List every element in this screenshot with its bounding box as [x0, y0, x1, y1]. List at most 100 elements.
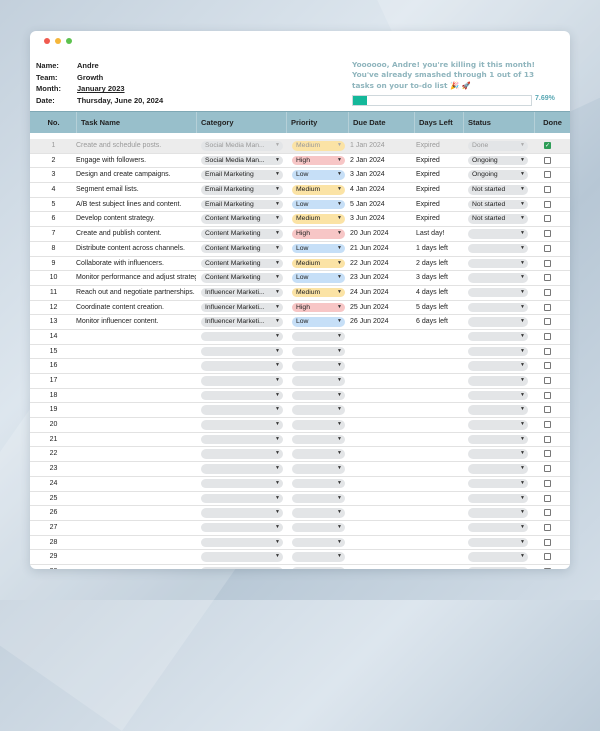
status-dropdown[interactable]: ▼ — [468, 537, 528, 548]
category-dropdown[interactable]: ▼ — [201, 493, 283, 503]
task-name-cell[interactable] — [76, 550, 196, 564]
status-dropdown[interactable]: ▼ — [468, 478, 528, 489]
priority-dropdown[interactable]: Low ▼ — [292, 199, 345, 210]
priority-dropdown[interactable]: ▼ — [292, 537, 345, 548]
due-date-cell[interactable]: 20 Jun 2024 — [350, 227, 410, 241]
task-name-cell[interactable] — [76, 462, 196, 476]
done-checkbox[interactable] — [544, 215, 551, 223]
done-checkbox[interactable] — [544, 377, 551, 384]
status-dropdown[interactable]: Not started ▼ — [468, 214, 528, 224]
due-date-cell[interactable] — [350, 330, 410, 344]
category-dropdown[interactable]: ▼ — [201, 346, 283, 357]
task-name-cell[interactable]: Monitor performance and adjust strategy. — [76, 271, 196, 285]
status-dropdown[interactable]: Done ▼ — [468, 141, 528, 151]
done-checkbox[interactable] — [544, 421, 551, 429]
priority-dropdown[interactable]: ▼ — [292, 361, 345, 371]
due-date-cell[interactable] — [350, 447, 410, 461]
task-name-cell[interactable]: Reach out and negotiate partnerships. — [76, 286, 196, 300]
status-dropdown[interactable]: ▼ — [468, 449, 528, 459]
priority-dropdown[interactable]: ▼ — [292, 493, 345, 503]
due-date-cell[interactable] — [350, 345, 410, 359]
task-name-cell[interactable]: Design and create campaigns. — [76, 168, 196, 182]
priority-dropdown[interactable]: Low ▼ — [292, 317, 345, 327]
status-dropdown[interactable]: ▼ — [468, 287, 528, 298]
task-name-cell[interactable]: Distribute content across channels. — [76, 242, 196, 256]
task-name-cell[interactable] — [76, 330, 196, 344]
done-checkbox[interactable] — [544, 553, 551, 561]
due-date-cell[interactable] — [350, 418, 410, 432]
status-dropdown[interactable]: ▼ — [468, 493, 528, 503]
priority-dropdown[interactable]: ▼ — [292, 522, 345, 533]
priority-dropdown[interactable]: Low ▼ — [292, 170, 345, 180]
due-date-cell[interactable] — [350, 462, 410, 476]
due-date-cell[interactable] — [350, 536, 410, 550]
category-dropdown[interactable]: ▼ — [201, 464, 283, 474]
task-name-cell[interactable] — [76, 521, 196, 535]
category-dropdown[interactable]: Content Marketing ▼ — [201, 243, 283, 254]
due-date-cell[interactable]: 1 Jan 2024 — [350, 139, 410, 153]
status-dropdown[interactable]: ▼ — [468, 508, 528, 518]
status-dropdown[interactable]: ▼ — [468, 420, 528, 430]
task-name-cell[interactable] — [76, 536, 196, 550]
done-checkbox[interactable] — [544, 362, 551, 370]
task-name-cell[interactable] — [76, 565, 196, 569]
due-date-cell[interactable] — [350, 506, 410, 520]
due-date-cell[interactable]: 4 Jan 2024 — [350, 183, 410, 197]
task-name-cell[interactable]: Monitor influencer content. — [76, 315, 196, 329]
category-dropdown[interactable]: ▼ — [201, 522, 283, 533]
status-dropdown[interactable]: Not started ▼ — [468, 199, 528, 210]
done-checkbox[interactable] — [544, 567, 551, 569]
done-checkbox[interactable] — [544, 288, 551, 296]
task-name-cell[interactable] — [76, 506, 196, 520]
category-dropdown[interactable]: Content Marketing ▼ — [201, 273, 283, 283]
task-name-cell[interactable]: Create and schedule posts. — [76, 139, 196, 153]
due-date-cell[interactable]: 23 Jun 2024 — [350, 271, 410, 285]
priority-dropdown[interactable]: Medium ▼ — [292, 258, 345, 268]
minimize-button[interactable] — [55, 38, 61, 44]
category-dropdown[interactable]: Email Marketing ▼ — [201, 199, 283, 210]
done-checkbox[interactable] — [544, 538, 551, 546]
category-dropdown[interactable]: ▼ — [201, 537, 283, 548]
category-dropdown[interactable]: ▼ — [201, 552, 283, 562]
due-date-cell[interactable]: 25 Jun 2024 — [350, 301, 410, 315]
priority-dropdown[interactable]: Medium ▼ — [292, 287, 345, 298]
close-button[interactable] — [44, 38, 50, 44]
done-checkbox[interactable] — [544, 186, 551, 194]
task-name-cell[interactable] — [76, 359, 196, 373]
priority-dropdown[interactable]: ▼ — [292, 449, 345, 459]
status-dropdown[interactable]: ▼ — [468, 346, 528, 357]
due-date-cell[interactable]: 24 Jun 2024 — [350, 286, 410, 300]
category-dropdown[interactable]: ▼ — [201, 449, 283, 459]
due-date-cell[interactable]: 2 Jan 2024 — [350, 154, 410, 168]
due-date-cell[interactable]: 26 Jun 2024 — [350, 315, 410, 329]
status-dropdown[interactable]: ▼ — [468, 361, 528, 371]
priority-dropdown[interactable]: ▼ — [292, 405, 345, 415]
category-dropdown[interactable]: Content Marketing ▼ — [201, 229, 283, 239]
done-checkbox[interactable] — [544, 347, 551, 355]
done-checkbox[interactable] — [544, 303, 551, 311]
done-checkbox[interactable] — [544, 406, 551, 414]
priority-dropdown[interactable]: ▼ — [292, 566, 345, 569]
task-name-cell[interactable] — [76, 345, 196, 359]
category-dropdown[interactable]: Email Marketing ▼ — [201, 170, 283, 180]
task-name-cell[interactable]: Coordinate content creation. — [76, 301, 196, 315]
status-dropdown[interactable]: Ongoing ▼ — [468, 170, 528, 180]
done-checkbox[interactable] — [544, 171, 551, 179]
due-date-cell[interactable] — [350, 521, 410, 535]
task-name-cell[interactable] — [76, 374, 196, 388]
done-checkbox[interactable] — [544, 494, 551, 502]
priority-dropdown[interactable]: ▼ — [292, 420, 345, 430]
task-name-cell[interactable]: A/B test subject lines and content. — [76, 198, 196, 212]
done-checkbox[interactable] — [544, 391, 551, 399]
status-dropdown[interactable]: ▼ — [468, 317, 528, 327]
category-dropdown[interactable]: ▼ — [201, 376, 283, 386]
done-checkbox[interactable] — [544, 523, 551, 531]
category-dropdown[interactable]: ▼ — [201, 405, 283, 415]
priority-dropdown[interactable]: Low ▼ — [292, 243, 345, 254]
due-date-cell[interactable]: 5 Jan 2024 — [350, 198, 410, 212]
done-checkbox[interactable] — [544, 156, 551, 164]
task-name-cell[interactable] — [76, 477, 196, 491]
category-dropdown[interactable]: Social Media Man... ▼ — [201, 155, 283, 166]
task-name-cell[interactable]: Engage with followers. — [76, 154, 196, 168]
priority-dropdown[interactable]: Medium ▼ — [292, 214, 345, 224]
